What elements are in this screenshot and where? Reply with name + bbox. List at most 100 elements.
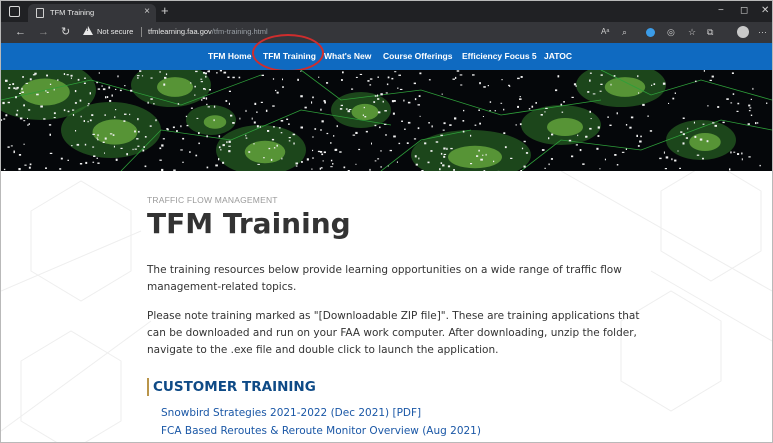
tab-close-icon[interactable]: × xyxy=(144,6,150,18)
zoom-icon[interactable]: ⌕ xyxy=(622,26,627,38)
refresh-icon[interactable]: ↻ xyxy=(61,26,70,38)
aircraft-marker xyxy=(134,130,136,133)
forward-icon[interactable]: → xyxy=(38,26,49,38)
sidebar-icon[interactable]: ◎ xyxy=(667,26,675,38)
aircraft-marker xyxy=(462,120,465,122)
aircraft-marker xyxy=(115,88,117,90)
aircraft-marker xyxy=(92,146,95,148)
aircraft-marker xyxy=(687,127,689,130)
aircraft-marker xyxy=(74,102,77,104)
aircraft-marker xyxy=(568,139,572,142)
close-window-icon[interactable]: ✕ xyxy=(761,5,769,17)
weather-core xyxy=(689,133,721,151)
page-icon xyxy=(36,8,44,18)
aircraft-marker xyxy=(717,106,720,108)
aircraft-marker xyxy=(176,130,178,132)
aircraft-marker xyxy=(92,133,95,135)
aircraft-marker xyxy=(46,74,48,77)
nav-efficiency-focus[interactable]: Efficiency Focus 5 xyxy=(462,51,537,61)
background-pattern xyxy=(1,171,772,442)
aircraft-marker xyxy=(159,71,161,73)
aircraft-marker xyxy=(213,105,216,108)
aircraft-marker xyxy=(731,72,734,74)
favorites-icon[interactable]: ☆ xyxy=(688,26,696,38)
aircraft-marker xyxy=(694,135,697,138)
aircraft-marker xyxy=(150,98,153,100)
aircraft-marker xyxy=(36,93,39,96)
aircraft-marker xyxy=(482,116,484,117)
aircraft-marker xyxy=(204,72,207,75)
aircraft-marker xyxy=(194,85,196,88)
new-tab-icon[interactable]: + xyxy=(161,4,169,18)
aircraft-marker xyxy=(218,158,220,161)
aircraft-marker xyxy=(227,76,230,78)
aircraft-marker xyxy=(470,134,472,137)
weather-core xyxy=(92,119,138,145)
aircraft-marker xyxy=(115,109,117,111)
aircraft-marker xyxy=(198,132,200,135)
aircraft-marker xyxy=(46,91,49,93)
extension-icon[interactable] xyxy=(646,28,655,37)
aircraft-marker xyxy=(1,119,3,121)
nav-tfm-home[interactable]: TFM Home xyxy=(208,51,251,61)
collections-icon[interactable]: ⧉ xyxy=(707,26,713,38)
aircraft-marker xyxy=(200,78,203,80)
aircraft-marker xyxy=(391,100,394,103)
nav-jatoc[interactable]: JATOC xyxy=(544,51,572,61)
aircraft-marker xyxy=(404,128,406,130)
read-aloud-icon[interactable]: Aᵃ xyxy=(601,26,609,38)
aircraft-marker xyxy=(599,90,602,92)
aircraft-marker xyxy=(374,95,377,97)
address-bar[interactable]: Not secure tfmlearning.faa.gov/tfm-train… xyxy=(81,25,611,40)
aircraft-marker xyxy=(519,98,522,100)
aircraft-marker xyxy=(672,97,675,100)
aircraft-marker xyxy=(130,89,133,92)
aircraft-marker xyxy=(149,125,152,127)
aircraft-marker xyxy=(442,164,445,167)
back-icon[interactable]: ← xyxy=(15,26,26,38)
aircraft-marker xyxy=(343,166,346,169)
restore-icon[interactable]: ◻ xyxy=(740,5,748,17)
aircraft-marker xyxy=(442,129,445,131)
aircraft-marker xyxy=(535,102,537,104)
nav-course-offerings[interactable]: Course Offerings xyxy=(383,51,452,61)
aircraft-marker xyxy=(435,141,439,143)
aircraft-marker xyxy=(218,146,221,149)
aircraft-marker xyxy=(377,76,379,78)
minimize-icon[interactable]: − xyxy=(718,5,724,17)
aircraft-marker xyxy=(503,132,506,134)
more-icon[interactable]: ··· xyxy=(758,26,767,38)
aircraft-marker xyxy=(520,76,523,78)
aircraft-marker xyxy=(472,74,475,76)
browser-tab[interactable]: TFM Training × xyxy=(28,4,156,22)
window-icon[interactable] xyxy=(9,6,20,17)
aircraft-marker xyxy=(80,115,82,118)
aircraft-marker xyxy=(96,137,98,139)
aircraft-marker xyxy=(53,112,56,115)
aircraft-marker xyxy=(97,134,99,137)
aircraft-marker xyxy=(766,102,768,104)
aircraft-marker xyxy=(205,75,207,78)
aircraft-marker xyxy=(40,105,43,108)
aircraft-marker xyxy=(415,163,418,166)
url-text[interactable]: tfmlearning.faa.gov/tfm-training.html xyxy=(148,27,268,36)
aircraft-marker xyxy=(71,145,73,147)
page-eyebrow: TRAFFIC FLOW MANAGEMENT xyxy=(147,195,278,205)
aircraft-marker xyxy=(251,117,253,120)
link-snowbird-strategies[interactable]: Snowbird Strategies 2021-2022 (Dec 2021)… xyxy=(161,407,421,419)
link-fca-reroutes[interactable]: FCA Based Reroutes & Reroute Monitor Ove… xyxy=(161,425,481,437)
aircraft-marker xyxy=(132,148,134,151)
aircraft-marker xyxy=(377,111,381,114)
aircraft-marker xyxy=(77,78,80,81)
aircraft-marker xyxy=(245,134,247,137)
site-nav: TFM Home TFM Training What's New Course … xyxy=(1,43,772,70)
aircraft-marker xyxy=(637,75,639,78)
aircraft-marker xyxy=(79,99,82,102)
nav-whats-new[interactable]: What's New xyxy=(324,51,371,61)
aircraft-marker xyxy=(295,165,298,167)
aircraft-marker xyxy=(519,96,521,98)
security-label[interactable]: Not secure xyxy=(97,27,133,36)
profile-icon[interactable] xyxy=(737,26,749,38)
aircraft-marker xyxy=(474,124,477,126)
aircraft-marker xyxy=(709,79,712,81)
